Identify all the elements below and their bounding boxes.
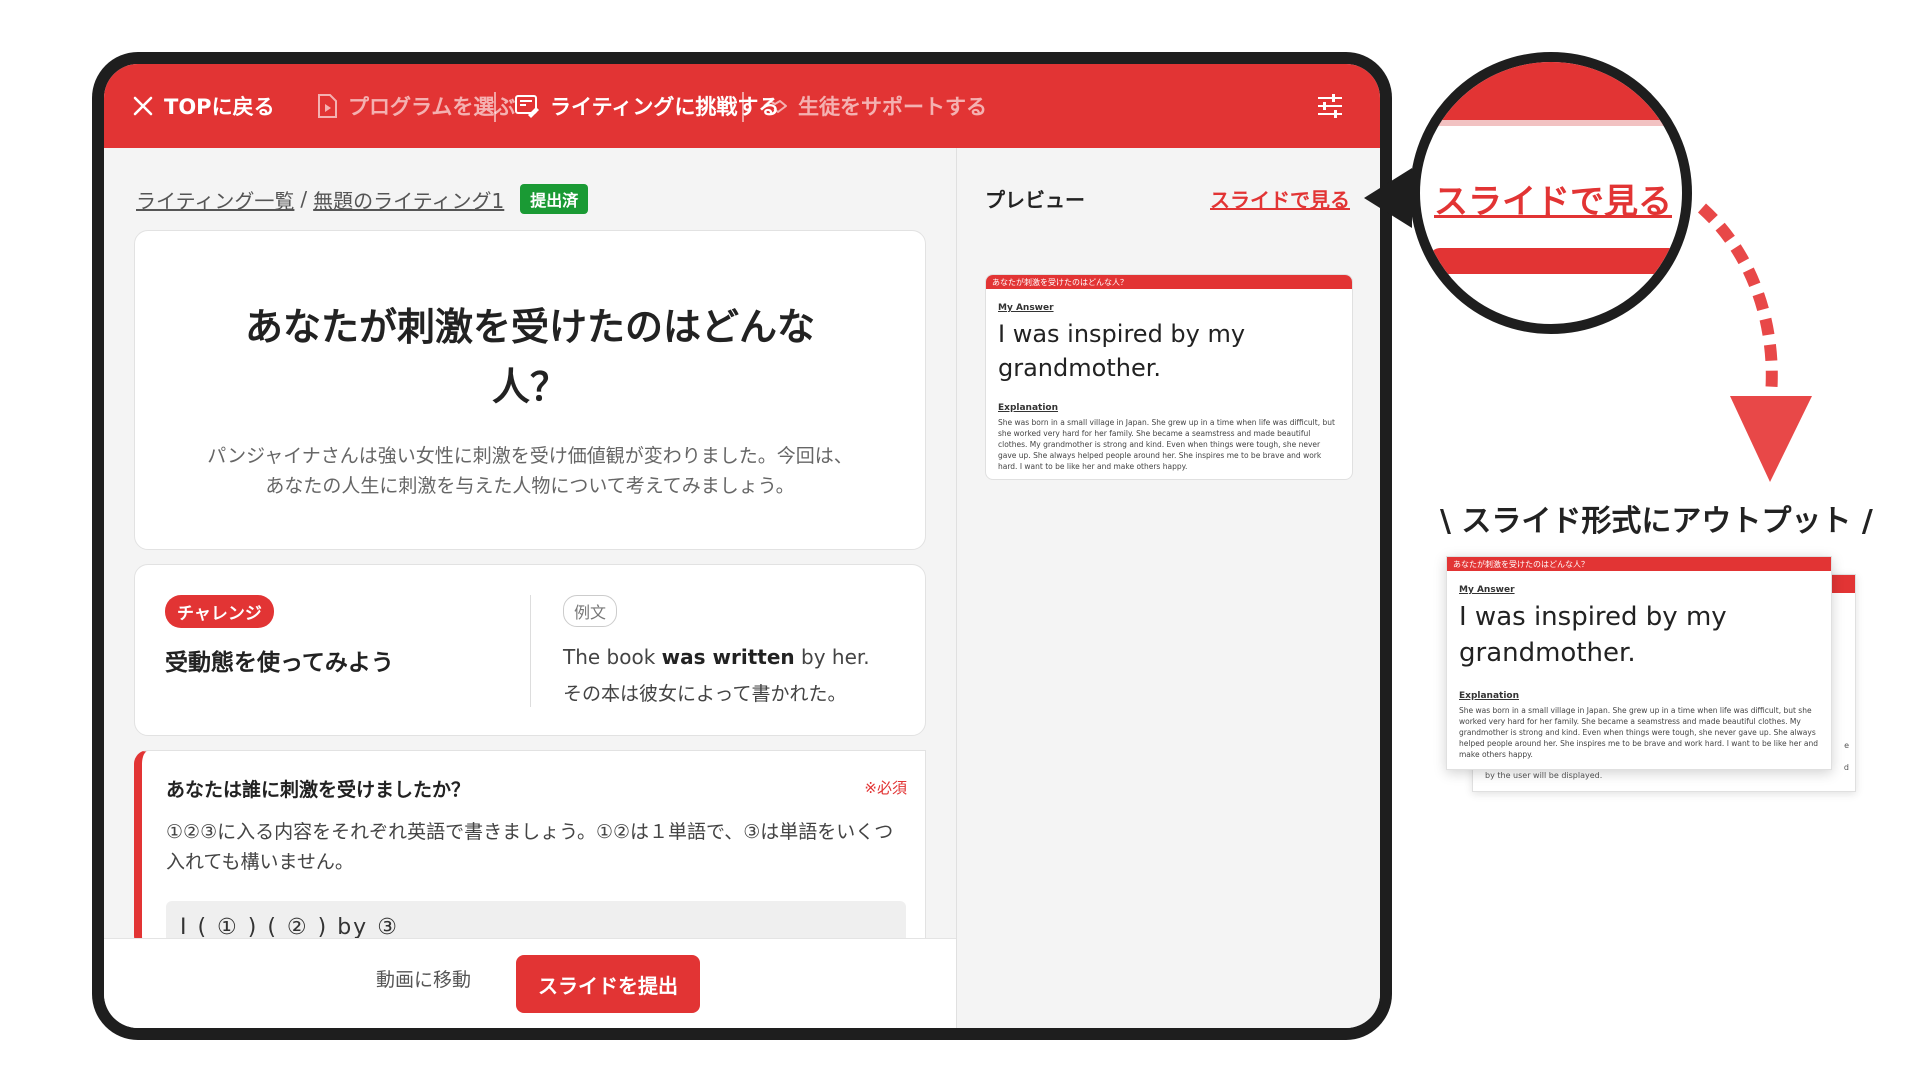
down-arrow-icon	[1697, 203, 1812, 482]
slide-preview-thumbnail[interactable]: あなたが刺激を受けたのはどんな人？ My Answer I was inspir…	[985, 274, 1353, 480]
back-to-top-button[interactable]: TOPに戻る	[132, 64, 275, 148]
required-label: ※必須	[864, 779, 907, 797]
nav-tab-support-students[interactable]: 生徒をサポートする	[762, 64, 987, 148]
nav-tab-label: 生徒をサポートする	[798, 95, 987, 119]
writing-icon	[514, 94, 540, 118]
zoom-header-bar	[1420, 62, 1682, 126]
close-icon	[132, 95, 154, 117]
slide-edge-text: e	[1844, 741, 1849, 750]
zoom-view-slide-text: スライドで見る	[1434, 182, 1672, 222]
challenge-badge: チャレンジ	[165, 595, 274, 628]
question-title: あなたが刺激を受けたのはどんな人？	[244, 305, 815, 409]
example-en-emphasis: was written	[661, 645, 795, 669]
prompt-description: ①②③に入る内容をそれぞれ英語で書きましょう。①②は１単語で、③は単語をいくつ入…	[166, 821, 894, 873]
move-to-video-button[interactable]: 動画に移動	[376, 965, 471, 992]
example-badge: 例文	[563, 595, 618, 627]
nav-divider	[494, 92, 496, 122]
preview-pane: プレビュー スライドで見る あなたが刺激を受けたのはどんな人？ My Answe…	[956, 148, 1380, 1028]
example-en-suffix: by her.	[794, 645, 870, 669]
settings-sliders-button[interactable]	[1316, 64, 1344, 148]
video-file-icon	[316, 93, 338, 119]
nav-tab-writing-challenge[interactable]: ライティングに挑戦する	[514, 64, 779, 148]
example-sentence-ja: その本は彼女によって書かれた。	[563, 683, 847, 705]
slide-explanation: She was born in a small village in Japan…	[998, 418, 1335, 471]
challenge-card: チャレンジ 受動態を使ってみよう 例文 The book was written…	[134, 564, 926, 736]
breadcrumb-writing-list-link[interactable]: ライティング一覧	[136, 185, 294, 214]
nav-tab-select-program[interactable]: プログラムを選ぶ	[316, 64, 515, 148]
sliders-icon	[1316, 93, 1344, 119]
slide-header-bar: あなたが刺激を受けたのはどんな人？	[986, 275, 1352, 289]
action-footer: 動画に移動 スライドを提出	[104, 938, 956, 1028]
back-to-top-label: TOPに戻る	[164, 95, 275, 119]
zoom-slide-bar	[1430, 248, 1680, 274]
slide-answer: I was inspired by my grandmother.	[998, 320, 1246, 382]
question-card: あなたが刺激を受けたのはどんな人？ パンジャイナさんは強い女性に刺激を受け価値観…	[134, 230, 926, 550]
top-nav-bar: TOPに戻る プログラムを選ぶ ライティングに挑戦する 生徒をサポートする	[104, 64, 1380, 148]
example-en-prefix: The book	[563, 645, 662, 669]
example-sentence-en: The book was written by her.	[563, 645, 870, 669]
view-as-slide-link[interactable]: スライドで見る	[1210, 184, 1350, 213]
tablet-screen: TOPに戻る プログラムを選ぶ ライティングに挑戦する 生徒をサポートする ライ…	[104, 64, 1380, 1028]
writing-editor-pane: ライティング一覧 / 無題のライティング1 提出済 あなたが刺激を受けたのはどん…	[104, 148, 956, 1028]
question-description: パンジャイナさんは強い女性に刺激を受け価値観が変わりました。今回は、あなたの人生…	[207, 445, 853, 497]
slide-answer-label: My Answer	[1459, 585, 1515, 595]
nav-divider	[742, 92, 744, 122]
slide-answer: I was inspired by my grandmother.	[1459, 602, 1727, 668]
zoom-magnifier: スライドで見る	[1410, 52, 1692, 334]
breadcrumb-current-writing[interactable]: 無題のライティング1	[313, 185, 504, 214]
handshake-icon	[762, 96, 788, 116]
preview-label: プレビュー	[985, 188, 1085, 212]
slide-header-bar: あなたが刺激を受けたのはどんな人？	[1447, 557, 1831, 571]
breadcrumb: ライティング一覧 / 無題のライティング1 提出済	[136, 184, 589, 214]
tablet-frame: TOPに戻る プログラムを選ぶ ライティングに挑戦する 生徒をサポートする ライ…	[92, 52, 1392, 1040]
slide-edge-text: d	[1843, 763, 1849, 772]
slide-explanation-label: Explanation	[1459, 691, 1520, 701]
answer-template-text: I ( ① ) ( ② ) by ③	[180, 915, 399, 940]
output-caption: \ スライド形式にアウトプット /	[1440, 504, 1873, 539]
challenge-divider	[530, 595, 531, 707]
breadcrumb-separator: /	[300, 187, 308, 211]
nav-tab-label: プログラムを選ぶ	[348, 95, 516, 119]
slide-explanation-label: Explanation	[998, 403, 1059, 413]
prompt-card: あなたは誰に刺激を受けましたか？ ※必須 ①②③に入る内容をそれぞれ英語で書きま…	[134, 750, 926, 950]
slide-answer-label: My Answer	[998, 303, 1054, 313]
nav-tab-label: ライティングに挑戦する	[550, 95, 780, 119]
callout-pointer	[1364, 168, 1412, 228]
submitted-status-badge: 提出済	[520, 184, 589, 214]
slide-explanation: She was born in a small village in Japan…	[1459, 706, 1818, 759]
slide-footer-text: by the user will be displayed.	[1485, 771, 1603, 780]
challenge-text: 受動態を使ってみよう	[165, 650, 394, 676]
slide-stack-front: あなたが刺激を受けたのはどんな人？ My Answer I was inspir…	[1446, 556, 1832, 770]
prompt-title: あなたは誰に刺激を受けましたか？	[166, 779, 471, 801]
submit-slide-button[interactable]: スライドを提出	[516, 955, 700, 1013]
